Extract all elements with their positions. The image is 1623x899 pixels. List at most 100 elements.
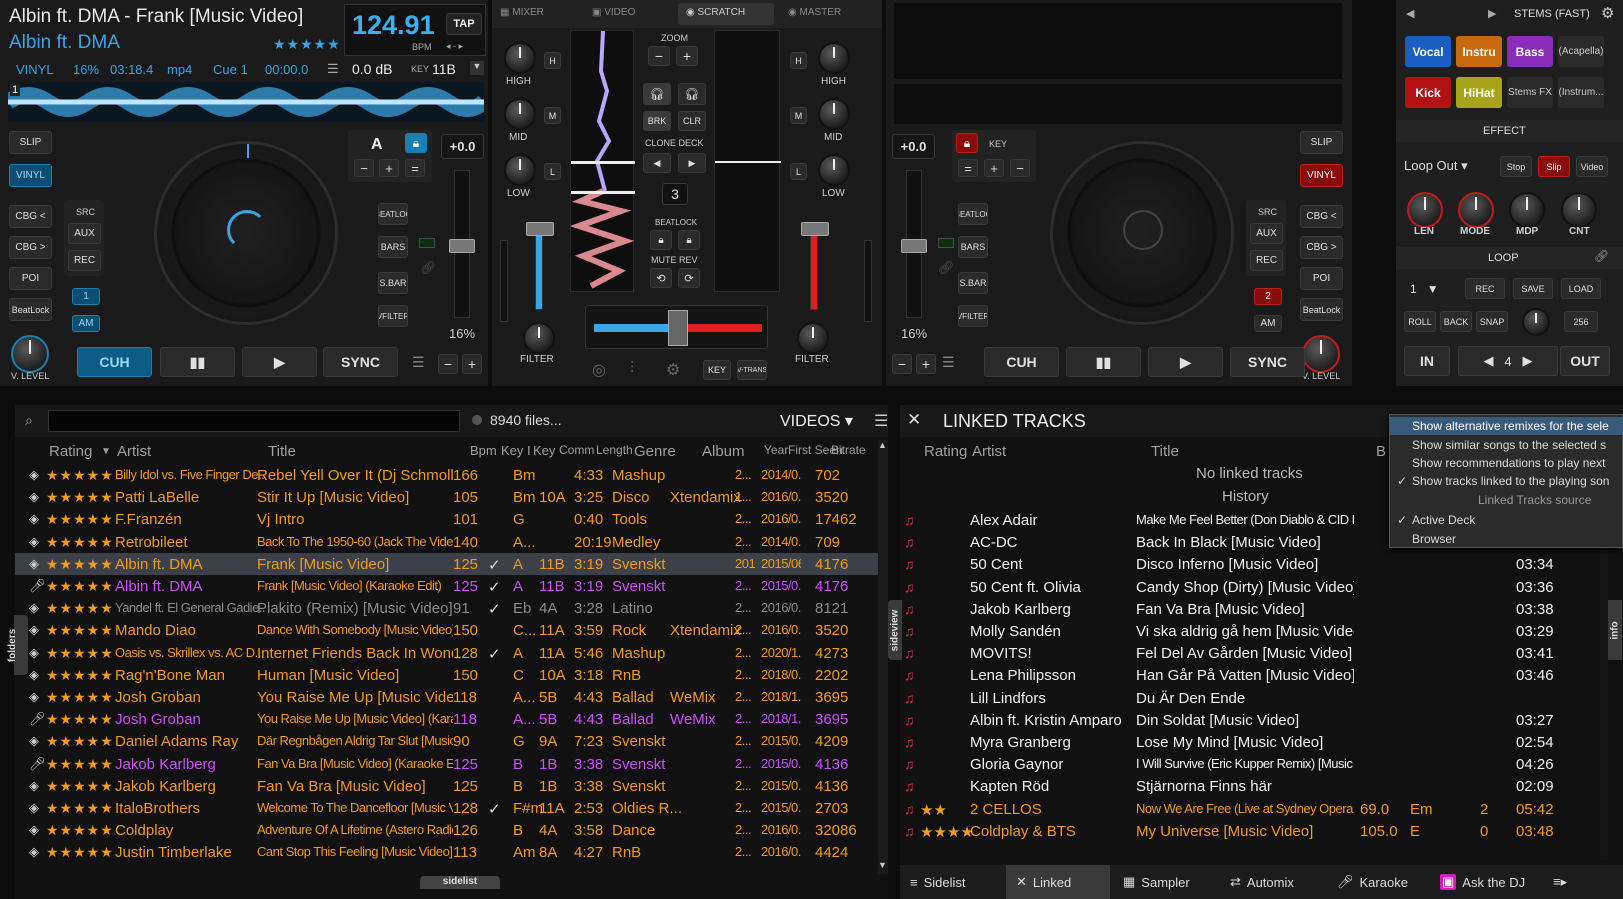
linked-col-title[interactable]: Title [1151, 443, 1179, 460]
loop-length-control[interactable]: ◀ 4 ▶ [1458, 346, 1558, 376]
vinyl-button[interactable]: VINYL [9, 164, 52, 187]
stem-acapella-button[interactable]: (Acapella) [1558, 36, 1604, 67]
menu-item-similar-songs[interactable]: Show similar songs to the selected s [1412, 438, 1606, 452]
table-row[interactable]: ◈ ★★★★★ Albin ft. DMA Frank [Music Video] 12… [15, 552, 879, 575]
right-eq-m-kill[interactable]: M [790, 107, 807, 124]
table-row[interactable]: ◈ ★★★★★ Yandel ft. El General Gadie... Plak… [15, 597, 879, 619]
table-row[interactable]: ◈ ★★★★★ Justin Timberlake Cant Stop This Fe… [15, 841, 879, 863]
loop-snap-button[interactable]: SNAP [1476, 311, 1508, 332]
table-row[interactable]: ◈ ★★★★★ ItaloBrothers Welcome To The Dancef… [15, 797, 879, 819]
folders-tab[interactable]: folders [7, 615, 28, 675]
effect-video-button[interactable]: Video [1576, 156, 1608, 177]
effect-stop-button[interactable]: Stop [1500, 156, 1532, 177]
loop-save-button[interactable]: SAVE [1513, 278, 1553, 299]
menu-item-browser[interactable]: Browser [1412, 532, 1456, 546]
stem-instrum-button[interactable]: (Instrum... [1558, 77, 1604, 108]
mixer-eq-icon[interactable]: ⫶ [630, 360, 634, 378]
tab-scratch[interactable]: ◉ SCRATCH [678, 3, 774, 25]
pitch-minus-button[interactable]: − [438, 354, 458, 374]
col-year[interactable]: Year [764, 443, 788, 457]
effect-select[interactable]: Loop Out ▾ [1404, 158, 1468, 174]
crossfader-cap[interactable] [668, 310, 688, 346]
tab-mixer[interactable]: ▦ MIXER [500, 7, 544, 18]
left-eq-m-kill[interactable]: M [544, 107, 561, 124]
table-row[interactable]: 🎤︎ ★★★★★ Jakob Karlberg Fan Va Bra [Music V… [15, 753, 879, 775]
vfilter-button[interactable]: VFILTER [378, 305, 408, 327]
play-button[interactable]: ▶ [242, 347, 317, 377]
list-item[interactable]: ♫ Kapten Röd Stjärnorna Finns här 02:09 [900, 775, 1600, 797]
cnt-knob[interactable] [1561, 192, 1597, 228]
tab-linked[interactable]: ✕ Linked [1006, 865, 1110, 899]
col-bpm[interactable]: Bpm [470, 443, 497, 458]
list-item[interactable]: ♫ ★★★★ Coldplay & BTS My Universe [Music Vi… [900, 820, 1600, 842]
waveform[interactable]: 1 [8, 82, 484, 122]
right-key-plus-button[interactable]: + [984, 159, 1004, 177]
right-am-button[interactable]: AM [1254, 315, 1282, 332]
mute-rev-left-icon[interactable]: ⟲ [650, 268, 672, 288]
cbg-prev-button[interactable]: CBG < [9, 205, 52, 228]
gear-icon[interactable]: ⚙ [666, 360, 680, 380]
left-eq-low-knob[interactable] [504, 154, 536, 186]
right-key-minus-button[interactable]: − [1010, 159, 1030, 177]
left-volume-cap[interactable] [526, 222, 554, 236]
table-row[interactable]: ◈ ★★★★★ Josh Groban You Raise Me Up [Music … [15, 686, 879, 708]
loop-in-button[interactable]: IN [1404, 346, 1450, 376]
table-row[interactable]: ◈ ★★★★★ Coldplay Adventure Of A Lifetime (A… [15, 819, 879, 841]
rating-stars[interactable]: ★★★★★ [273, 36, 341, 53]
source-select[interactable]: VIDEOS ▾ [780, 411, 853, 431]
linked-col-artist[interactable]: Artist [972, 443, 1006, 460]
key-button[interactable]: KEY [703, 360, 731, 380]
menu-icon[interactable]: ☰ [327, 61, 339, 77]
stems-prev-icon[interactable]: ◀ [1406, 7, 1414, 20]
crossfader[interactable] [585, 305, 768, 349]
loop-back-button[interactable]: BACK [1440, 311, 1472, 332]
key-minus-button[interactable]: − [354, 159, 374, 177]
key-plus-button[interactable]: + [379, 159, 399, 177]
right-eq-l-kill[interactable]: L [790, 163, 807, 180]
loop-roll-button[interactable]: ROLL [1404, 311, 1436, 332]
sidelist-handle[interactable]: sidelist [420, 876, 500, 889]
left-eq-high-knob[interactable] [504, 42, 536, 74]
loop-rec-button[interactable]: REC [1465, 278, 1505, 299]
clone-right-button[interactable]: ▶ [678, 153, 706, 173]
deck-number-button[interactable]: 1 [72, 288, 100, 305]
beatlock-left-icon[interactable]: 🔒︎ [650, 230, 672, 250]
right-cbg-next-button[interactable]: CBG > [1300, 236, 1343, 259]
table-row[interactable]: ◈ ★★★★★ Mando Diao Dance With Somebody [Mus… [15, 619, 879, 641]
stem-kick-button[interactable]: Kick [1405, 77, 1451, 108]
loop-next-icon[interactable]: ▶ [1522, 353, 1532, 369]
right-beatlock-button[interactable]: BeatLock [1300, 298, 1343, 321]
stems-gear-icon[interactable]: ⚙ [1601, 4, 1614, 22]
table-row[interactable]: 🎤︎ ★★★★★ Josh Groban You Raise Me Up [Music… [15, 708, 879, 730]
effect-slip-button[interactable]: Slip [1538, 156, 1570, 177]
left-filter-knob[interactable] [523, 322, 555, 354]
beatlock-right-icon[interactable]: 🔒︎ [678, 230, 700, 250]
loop-slot-select[interactable]: 1 ▼ [1410, 282, 1439, 296]
col-first-seen[interactable]: First Seen [788, 443, 843, 457]
list-item[interactable]: ♫ 50 Cent Disco Inferno [Music Video] 03:34 [900, 553, 1600, 575]
right-cbg-prev-button[interactable]: CBG < [1300, 205, 1343, 228]
zoom-out-button[interactable]: − [648, 46, 670, 66]
cuh-button[interactable]: CUH [77, 347, 152, 377]
left-eq-mid-knob[interactable] [504, 98, 536, 130]
right-sync-button[interactable]: SYNC [1230, 347, 1305, 377]
keylock-icon[interactable]: 🔒︎ [405, 133, 427, 153]
stem-instru-button[interactable]: Instru [1456, 36, 1502, 67]
sync-button[interactable]: SYNC [323, 347, 398, 377]
list-item[interactable]: ♫ Molly Sandén Vi ska aldrig gå hem [Music… [900, 620, 1600, 642]
list-item[interactable]: ♫ Albin ft. Kristin Amparo Din Soldat [Mus… [900, 709, 1600, 731]
table-row[interactable]: ◈ ★★★★★ Oasis vs. Skrillex vs. AC D... Inte… [15, 642, 879, 664]
menu-item-active-deck[interactable]: Active Deck [1412, 513, 1475, 527]
col-genre[interactable]: Genre [634, 443, 676, 460]
right-platter[interactable] [1050, 141, 1234, 325]
right-eq-mid-knob[interactable] [818, 98, 850, 130]
search-input[interactable] [48, 410, 460, 432]
tab-ask-the-dj[interactable]: ▣ Ask the DJ [1430, 865, 1540, 899]
beatlock-button[interactable]: BeatLock [9, 298, 52, 321]
stems-fx-button[interactable]: Stems FX [1507, 77, 1553, 108]
scroll-down-icon[interactable]: ▼ [878, 860, 887, 870]
right-pause-button[interactable]: ▮▮ [1066, 347, 1141, 377]
table-row[interactable]: 🎤︎ ★★★★★ Albin ft. DMA Frank [Music Video] … [15, 575, 879, 597]
right-volume-cap[interactable] [801, 222, 829, 236]
linked-col-bpm[interactable]: B [1376, 443, 1386, 460]
